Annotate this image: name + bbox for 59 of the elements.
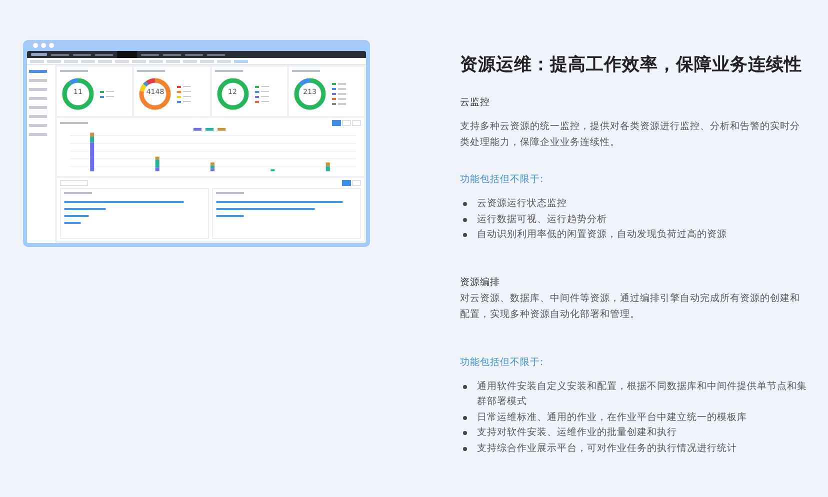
features-label: 功能包括但不限于: [460,356,544,370]
legend-swatch [218,128,226,131]
page-tab[interactable] [183,60,197,62]
feature-item: 通用软件安装自定义安装和配置，根据不同数据库和中间件提供单节点和集群部署模式 [477,380,808,409]
feature-item: 云资源运行状态监控 [477,197,567,211]
features-label: 功能包括但不限于: [460,173,544,187]
page-tab[interactable] [200,60,214,62]
page-tab[interactable] [98,60,112,62]
donut-chart [60,76,96,112]
feature-item: 支持对软件安装、运维作业的批量创建和执行 [477,426,677,440]
feature-item: 自动识别利用率低的闲置资源，自动发现负荷过高的资源 [477,228,727,242]
section-heading: 云监控 [460,96,491,110]
select-field[interactable] [60,180,88,186]
stacked-bar [210,162,215,172]
feature-item: 运行数据可视、运行趋势分析 [477,212,607,226]
sidebar-item[interactable] [29,88,47,91]
donut-chart [137,76,174,112]
bullet-icon [463,202,467,206]
page-tab[interactable] [132,60,146,62]
page-tab[interactable] [47,60,61,62]
bullet-icon [463,416,467,420]
bullet-icon [463,446,467,450]
bullet-icon [463,431,467,435]
logo-icon [31,53,47,56]
page-tab[interactable] [149,60,163,62]
sidebar-item[interactable] [29,124,47,127]
legend-swatch [193,128,202,131]
page-tab[interactable] [217,60,231,62]
window-dot [41,43,46,48]
feature-item: 支持综合作业展示平台，可对作业任务的执行情况进行统计 [477,442,737,456]
section-description: 对云资源、数据库、中间件等资源，通过编排引擎自动完成所有资源的创建和配置，实现多种资源自动化部署和管理。 [460,292,801,322]
donut-chart [292,76,328,112]
donut-chart [214,76,250,112]
section-heading: 资源编排 [460,276,501,290]
page-tab[interactable] [30,60,44,62]
page-tab[interactable] [64,60,78,62]
stacked-bar [90,132,94,172]
stacked-bar [270,169,275,172]
sidebar-item[interactable] [29,70,47,73]
legend-swatch [205,128,214,131]
bullet-icon [463,218,467,222]
stacked-bar [326,162,330,172]
sidebar-item[interactable] [29,79,47,82]
sidebar-item[interactable] [29,115,47,118]
sidebar-item[interactable] [29,106,47,109]
page-tab[interactable] [115,60,129,62]
feature-item: 日常运维标准、通用的作业，在作业平台中建立统一的模板库 [477,410,747,424]
bullet-icon [463,384,467,388]
page-title: 资源运维：提高工作效率，保障业务连续性 [460,54,803,77]
window-dot [49,43,54,48]
section-description: 支持多种云资源的统一监控，提供对各类资源进行监控、分析和告警的实时分类处理能力，保障企业业务连续性。 [460,120,801,150]
bullet-icon [463,233,467,237]
sidebar-item[interactable] [29,97,47,100]
window-dot [33,43,38,48]
page-tab[interactable] [81,60,95,62]
stacked-bar [155,156,160,172]
sidebar-item[interactable] [29,133,47,136]
page-tab[interactable] [234,60,248,62]
page-tab[interactable] [166,60,180,62]
